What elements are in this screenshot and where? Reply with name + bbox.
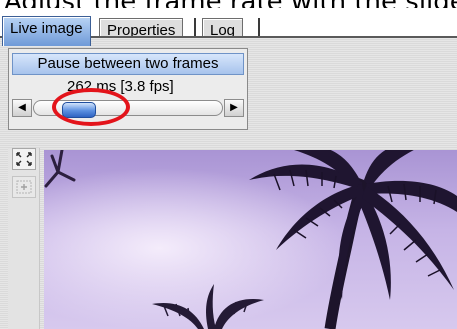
zoom-in-icon bbox=[16, 180, 32, 194]
tab-live-image[interactable]: Live image bbox=[2, 16, 91, 46]
zoom-in-button[interactable] bbox=[12, 176, 36, 198]
palm-tree-image bbox=[44, 150, 457, 329]
frame-rate-group: Pause between two frames 262 ms [3.8 fps… bbox=[8, 48, 248, 130]
fit-to-window-icon bbox=[16, 152, 32, 166]
frame-rate-slider[interactable]: ◀ ▶ bbox=[12, 99, 244, 118]
image-toolbar bbox=[8, 148, 40, 329]
slider-increase-button[interactable]: ▶ bbox=[224, 99, 244, 117]
fit-to-window-button[interactable] bbox=[12, 148, 36, 170]
arrow-right-icon: ▶ bbox=[230, 102, 238, 113]
frame-rate-readout: 262 ms [3.8 fps] bbox=[67, 78, 174, 95]
frame-rate-title: Pause between two frames bbox=[12, 53, 244, 75]
arrow-left-icon: ◀ bbox=[18, 102, 26, 113]
slider-thumb[interactable] bbox=[62, 102, 96, 118]
slider-track[interactable] bbox=[33, 100, 223, 118]
slider-decrease-button[interactable]: ◀ bbox=[12, 99, 32, 117]
live-image-panel: Pause between two frames 262 ms [3.8 fps… bbox=[0, 38, 457, 329]
live-image-view[interactable] bbox=[44, 150, 457, 329]
tab-bar: Live image Properties Log bbox=[0, 8, 457, 46]
app-window: Adjust the frame rate with the slider Li… bbox=[0, 0, 457, 329]
